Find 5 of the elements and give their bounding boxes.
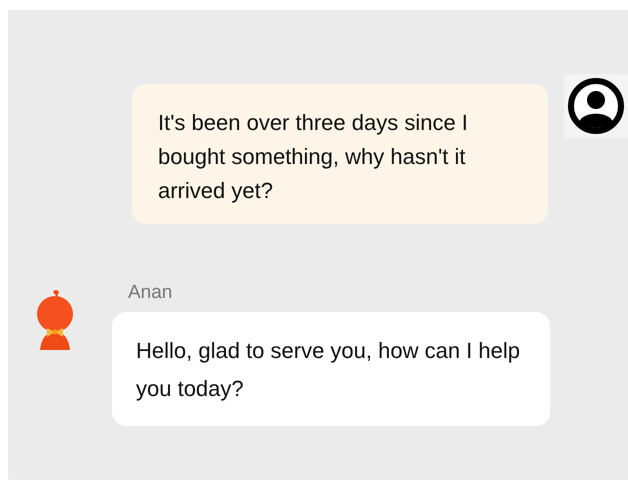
user-avatar-icon (568, 78, 624, 134)
bot-avatar-icon (34, 288, 76, 350)
message-bubble: Hello, glad to serve you, how can I help you today? (112, 312, 550, 426)
sender-name: Anan (127, 282, 174, 304)
message-bubble: It's been over three days since I bought something, why hasn't it arrived yet? (132, 84, 548, 224)
